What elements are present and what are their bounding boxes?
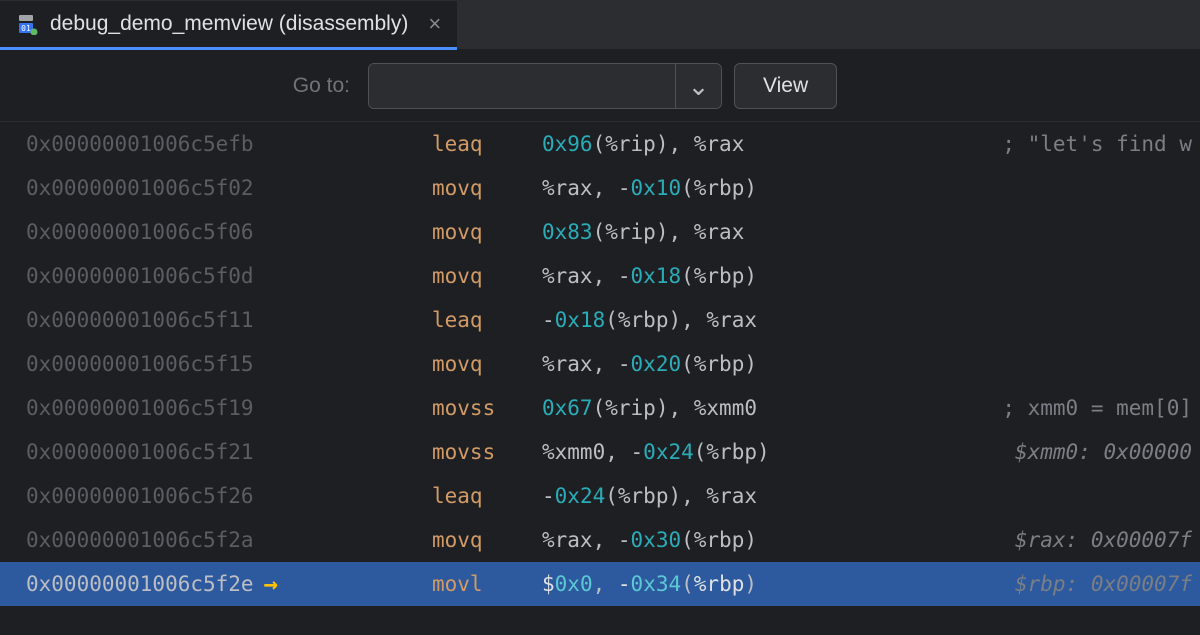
asm-row[interactable]: 0x00000001006c5f2amovq%rax, -0x30(%rbp)$… [0,518,1200,562]
instruction: movss0x67(%rip), %xmm0 [368,386,1002,430]
comment: ; "let's find w [1002,122,1200,166]
mnemonic: movq [432,166,542,210]
address: 0x00000001006c5f02 [0,166,368,210]
operands: %xmm0, -0x24(%rbp) [542,430,770,474]
operands: %rax, -0x10(%rbp) [542,166,757,210]
goto-input-combo: ⌄ [368,63,722,109]
comment: $xmm0: 0x00000 [1015,430,1200,474]
address: 0x00000001006c5f2a [0,518,368,562]
view-button[interactable]: View [734,63,837,109]
asm-row[interactable]: 0x00000001006c5f11leaq-0x18(%rbp), %rax [0,298,1200,342]
disassembly-view: 0x00000001006c5efbleaq0x96(%rip), %rax; … [0,122,1200,606]
chevron-down-icon: ⌄ [688,79,710,93]
goto-field-group: ⌄ View [368,63,837,109]
current-line-arrow-icon: → [264,562,278,606]
address: 0x00000001006c5f21 [0,430,368,474]
svg-text:01: 01 [21,24,31,33]
mnemonic: leaq [432,298,542,342]
address: 0x00000001006c5f0d [0,254,368,298]
asm-row[interactable]: 0x00000001006c5f02movq%rax, -0x10(%rbp) [0,166,1200,210]
mnemonic: movq [432,342,542,386]
mnemonic: leaq [432,122,542,166]
instruction: movq%rax, -0x18(%rbp) [368,254,1192,298]
operands: -0x18(%rbp), %rax [542,298,757,342]
mnemonic: leaq [432,474,542,518]
mnemonic: movl [432,562,542,606]
operands: %rax, -0x30(%rbp) [542,518,757,562]
mnemonic: movss [432,386,542,430]
address: 0x00000001006c5f15 [0,342,368,386]
mnemonic: movq [432,518,542,562]
address: 0x00000001006c5f2e→ [0,562,368,606]
operands: -0x24(%rbp), %rax [542,474,757,518]
operands: $0x0, -0x34(%rbp) [542,562,757,606]
instruction: leaq0x96(%rip), %rax [368,122,1002,166]
asm-row[interactable]: 0x00000001006c5f2e→movl$0x0, -0x34(%rbp)… [0,562,1200,606]
instruction: leaq-0x24(%rbp), %rax [368,474,1192,518]
operands: %rax, -0x18(%rbp) [542,254,757,298]
tab-title: debug_demo_memview (disassembly) [50,12,408,36]
goto-dropdown-button[interactable]: ⌄ [675,64,721,108]
address: 0x00000001006c5f26 [0,474,368,518]
asm-row[interactable]: 0x00000001006c5f19movss0x67(%rip), %xmm0… [0,386,1200,430]
operands: 0x83(%rip), %rax [542,210,744,254]
close-icon[interactable]: × [428,11,441,37]
instruction: leaq-0x18(%rbp), %rax [368,298,1192,342]
instruction: movss%xmm0, -0x24(%rbp) [368,430,1015,474]
address: 0x00000001006c5efb [0,122,368,166]
asm-row[interactable]: 0x00000001006c5f21movss%xmm0, -0x24(%rbp… [0,430,1200,474]
operands: 0x96(%rip), %rax [542,122,744,166]
address: 0x00000001006c5f06 [0,210,368,254]
instruction: movl$0x0, -0x34(%rbp) [368,562,1015,606]
instruction: movq%rax, -0x10(%rbp) [368,166,1192,210]
instruction: movq%rax, -0x30(%rbp) [368,518,1015,562]
goto-label: Go to: [0,74,368,98]
asm-row[interactable]: 0x00000001006c5f26leaq-0x24(%rbp), %rax [0,474,1200,518]
address: 0x00000001006c5f19 [0,386,368,430]
comment: ; xmm0 = mem[0] [1002,386,1200,430]
file-icon: 01 [16,13,38,35]
address: 0x00000001006c5f11 [0,298,368,342]
comment: $rax: 0x00007f [1015,518,1200,562]
operands: %rax, -0x20(%rbp) [542,342,757,386]
tab-bar: 01 debug_demo_memview (disassembly) × [0,0,1200,50]
instruction: movq0x83(%rip), %rax [368,210,1192,254]
mnemonic: movq [432,210,542,254]
tab-active[interactable]: 01 debug_demo_memview (disassembly) × [0,1,457,50]
mnemonic: movq [432,254,542,298]
instruction: movq%rax, -0x20(%rbp) [368,342,1192,386]
asm-row[interactable]: 0x00000001006c5f0dmovq%rax, -0x18(%rbp) [0,254,1200,298]
mnemonic: movss [432,430,542,474]
asm-row[interactable]: 0x00000001006c5f06movq0x83(%rip), %rax [0,210,1200,254]
comment: $rbp: 0x00007f [1015,562,1200,606]
goto-input[interactable] [369,64,675,108]
operands: 0x67(%rip), %xmm0 [542,386,757,430]
asm-row[interactable]: 0x00000001006c5f15movq%rax, -0x20(%rbp) [0,342,1200,386]
asm-row[interactable]: 0x00000001006c5efbleaq0x96(%rip), %rax; … [0,122,1200,166]
toolbar: Go to: ⌄ View [0,50,1200,122]
